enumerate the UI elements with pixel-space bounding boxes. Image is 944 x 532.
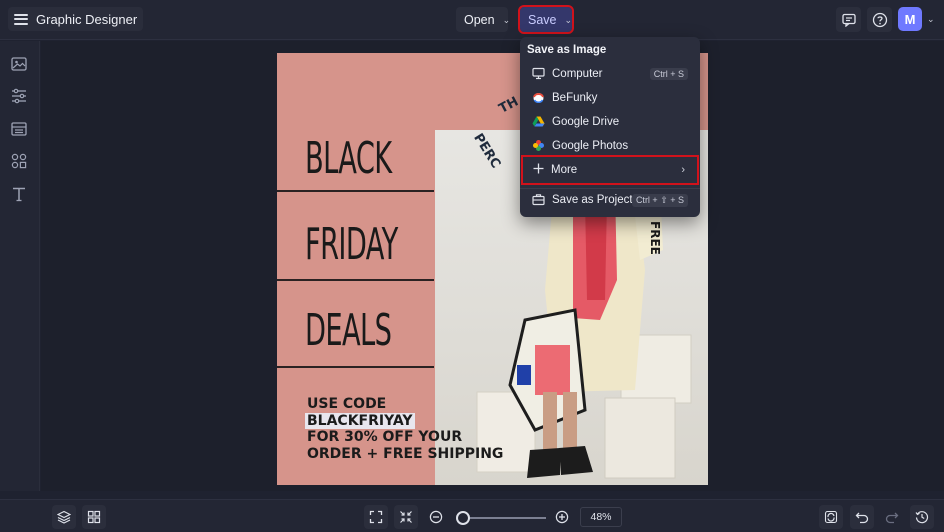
zoom-slider-track[interactable] (458, 517, 546, 519)
history-button[interactable] (910, 505, 934, 529)
google-photos-icon (533, 140, 544, 151)
more-options-item[interactable]: More › (521, 155, 699, 185)
actual-size-button[interactable] (394, 505, 418, 529)
refresh-button[interactable] (819, 505, 843, 529)
undo-icon (855, 512, 869, 524)
divider (277, 279, 434, 281)
fit-to-screen-button[interactable] (364, 505, 388, 529)
promo-line: ORDER + FREE SHIPPING (307, 445, 504, 462)
save-as-project-item[interactable]: Save as Project Ctrl + ⇧ + S (520, 188, 700, 212)
briefcase-icon (532, 194, 545, 206)
redo-button[interactable] (880, 505, 904, 529)
arc-text-top: TH (496, 94, 522, 117)
zoom-percentage[interactable]: 48% (580, 507, 622, 527)
chevron-down-icon: ⌄ (502, 15, 511, 25)
text-icon[interactable] (10, 185, 28, 203)
app-title: Graphic Designer (36, 11, 138, 27)
menu-item-label: Google Photos (552, 140, 629, 152)
undo-button[interactable] (850, 505, 874, 529)
side-text-free: FREE (648, 221, 662, 255)
layout-icon[interactable] (10, 120, 28, 138)
promo-line: USE CODE (307, 396, 387, 412)
grid-button[interactable] (82, 505, 106, 529)
zoom-slider-handle[interactable] (456, 511, 470, 525)
shortcut-hint: Ctrl + S (649, 68, 688, 80)
open-label: Open (464, 12, 495, 27)
headline-friday[interactable]: FRIDAY (305, 219, 398, 270)
menu-item-label: BeFunky (552, 92, 598, 104)
collapse-icon (400, 511, 412, 523)
chevron-right-icon: › (681, 164, 685, 176)
zoom-out-icon[interactable] (429, 510, 443, 524)
menu-item-label: More (551, 164, 578, 176)
refresh-icon (824, 510, 838, 524)
left-toolbar (0, 41, 40, 491)
help-icon (872, 12, 887, 27)
save-dropdown-menu: Save as Image Computer Ctrl + S BeFunky … (520, 37, 700, 217)
redo-icon (885, 512, 899, 524)
save-to-google-drive-item[interactable]: Google Drive (520, 110, 700, 134)
graphics-icon[interactable] (10, 152, 28, 170)
avatar[interactable]: M (898, 7, 922, 31)
promo-code: BLACKFRIYAY (305, 412, 415, 429)
divider (277, 190, 434, 192)
bottom-bar: 48% (0, 499, 944, 532)
main-menu-button[interactable]: Graphic Designer (8, 7, 144, 31)
headline-deals[interactable]: DEALS (305, 305, 392, 356)
chevron-down-icon: ⌄ (564, 15, 573, 25)
grid-icon (87, 510, 101, 524)
zoom-in-icon[interactable] (555, 510, 569, 524)
expand-icon (369, 510, 383, 524)
history-icon (915, 511, 929, 524)
menu-item-label: Computer (552, 68, 603, 80)
comment-icon (841, 13, 856, 27)
monitor-icon (532, 67, 545, 80)
image-icon[interactable] (10, 55, 28, 73)
save-as-image-heading: Save as Image (527, 44, 607, 56)
menu-item-label: Save as Project (552, 194, 633, 206)
save-to-google-photos-item[interactable]: Google Photos (520, 134, 700, 158)
google-drive-icon (532, 116, 545, 127)
layers-icon (57, 510, 71, 524)
befunky-icon (533, 93, 544, 104)
menu-item-label: Google Drive (552, 116, 620, 128)
promo-line: FOR 30% OFF YOUR (307, 429, 463, 445)
help-button[interactable] (867, 7, 892, 32)
shortcut-hint: Ctrl + ⇧ + S (631, 193, 688, 207)
save-label: Save (528, 12, 557, 27)
save-button[interactable]: Save ⌄ (518, 5, 574, 34)
headline-black[interactable]: BLACK (305, 133, 392, 184)
save-to-computer-item[interactable]: Computer Ctrl + S (520, 62, 700, 86)
hamburger-icon (14, 13, 28, 25)
layers-button[interactable] (52, 505, 76, 529)
divider (277, 366, 434, 368)
comments-button[interactable] (836, 7, 861, 32)
plus-icon (533, 163, 544, 174)
top-bar: Graphic Designer Open ⌄ Save ⌄ M ⌄ (0, 0, 944, 40)
save-to-befunky-item[interactable]: BeFunky (520, 86, 700, 110)
chevron-down-icon[interactable]: ⌄ (927, 14, 935, 25)
adjustments-icon[interactable] (10, 87, 28, 105)
promo-text[interactable]: USE CODE BLACKFRIYAY FOR 30% OFF YOUR OR… (305, 396, 504, 462)
open-button[interactable]: Open ⌄ (456, 7, 511, 32)
